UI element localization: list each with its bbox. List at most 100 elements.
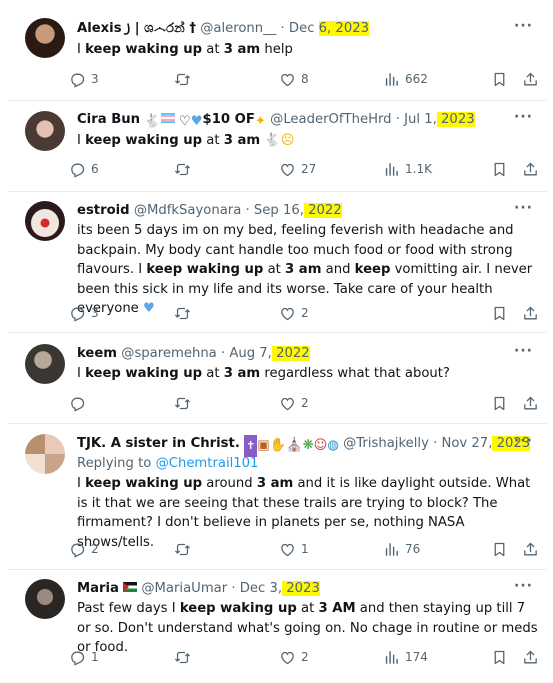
share-icon (522, 541, 539, 558)
tweet-3[interactable]: estroid @MdfkSayonara · Sep 16, 2022 ···… (8, 192, 547, 332)
retweet-button[interactable] (174, 157, 191, 181)
more-options-icon[interactable]: ··· (514, 18, 533, 34)
like-button[interactable]: 2 (279, 645, 309, 669)
bookmark-icon (491, 541, 508, 558)
retweet-icon (174, 395, 191, 412)
reply-icon (69, 649, 86, 666)
share-button[interactable] (522, 67, 539, 91)
views-button[interactable]: 1.1K (383, 157, 432, 181)
share-button[interactable] (522, 391, 539, 415)
tweet-header: Maria @MariaUmar · Dec 3, 2023 (77, 578, 547, 600)
tweet-6[interactable]: Maria @MariaUmar · Dec 3, 2023 ··· Past … (8, 570, 547, 683)
views-button[interactable]: 174 (383, 645, 428, 669)
author-handle[interactable]: @LeaderOfTheHrd (270, 112, 391, 127)
tweet-header: keem @sparemehna · Aug 7, 2022 (77, 343, 547, 365)
tweet-text: I keep waking up at 3 am regardless what… (77, 366, 450, 381)
avatar[interactable] (25, 434, 65, 474)
reply-button[interactable]: 3 (69, 301, 99, 325)
tweet-1[interactable]: Alexis ꠸ | ශ෴රන් † @aleronn__ · Dec 6, 2… (8, 0, 547, 100)
tweet-date[interactable]: · Jul 1, (396, 112, 437, 127)
more-options-icon[interactable]: ··· (514, 433, 533, 449)
tweet-text: I keep waking up at 3 am 🐇☹ (77, 133, 295, 148)
tweet-2[interactable]: Cira Bun 🐇 ♡♥$10 OF✦ @LeaderOfTheHrd · J… (8, 101, 547, 191)
bookmark-icon (491, 161, 508, 178)
avatar[interactable] (25, 344, 65, 384)
tweet-header: estroid @MdfkSayonara · Sep 16, 2022 (77, 200, 547, 222)
author-name[interactable]: Cira Bun (77, 112, 140, 127)
retweet-button[interactable] (174, 537, 191, 561)
share-icon (522, 71, 539, 88)
replying-to-link[interactable]: @Chemtrail101 (156, 456, 259, 471)
reply-icon (69, 395, 86, 412)
author-handle[interactable]: @sparemehna (121, 346, 217, 361)
date-highlight: 2022 (271, 346, 310, 361)
bookmark-button[interactable] (491, 301, 508, 325)
views-button[interactable]: 662 (383, 67, 428, 91)
share-button[interactable] (522, 301, 539, 325)
retweet-button[interactable] (174, 67, 191, 91)
like-button[interactable]: 2 (279, 301, 309, 325)
tweet-date[interactable]: · Nov 27, (433, 436, 492, 451)
view-count: 662 (405, 72, 428, 86)
reply-button[interactable]: 3 (69, 67, 99, 91)
tweet-date[interactable]: · Dec 3, (231, 581, 282, 596)
tweet-date[interactable]: · Dec (281, 21, 319, 36)
retweet-button[interactable] (174, 391, 191, 415)
views-button[interactable]: 76 (383, 537, 420, 561)
more-options-icon[interactable]: ··· (514, 200, 533, 216)
tweet-date[interactable]: · Aug 7, (221, 346, 272, 361)
like-button[interactable]: 27 (279, 157, 316, 181)
avatar[interactable] (25, 579, 65, 619)
like-button[interactable]: 1 (279, 537, 309, 561)
trans-flag-icon (160, 113, 175, 123)
avatar[interactable] (25, 111, 65, 151)
share-button[interactable] (522, 157, 539, 181)
retweet-button[interactable] (174, 301, 191, 325)
more-options-icon[interactable]: ··· (514, 578, 533, 594)
like-button[interactable]: 2 (279, 391, 309, 415)
more-options-icon[interactable]: ··· (514, 343, 533, 359)
author-name[interactable]: Alexis ꠸ | ශ෴රන් † (77, 21, 196, 36)
palestine-flag-icon (123, 582, 138, 592)
white-heart-icon: ♡ (178, 114, 191, 129)
reply-button[interactable]: 2 (69, 537, 99, 561)
views-icon (383, 161, 400, 178)
author-name[interactable]: keem (77, 346, 117, 361)
tweet-date[interactable]: · Sep 16, (246, 203, 304, 218)
reply-button[interactable]: 6 (69, 157, 99, 181)
tweet-actions: 6 27 1.1K (69, 157, 547, 181)
share-button[interactable] (522, 537, 539, 561)
more-options-icon[interactable]: ··· (514, 109, 533, 125)
reply-button[interactable] (69, 391, 86, 415)
author-name[interactable]: TJK. A sister in Christ. (77, 436, 240, 451)
share-icon (522, 161, 539, 178)
author-handle[interactable]: @aleronn__ (200, 21, 276, 36)
like-button[interactable]: 8 (279, 67, 309, 91)
bookmark-button[interactable] (491, 67, 508, 91)
view-count: 1.1K (405, 162, 432, 176)
share-button[interactable] (522, 645, 539, 669)
bookmark-button[interactable] (491, 537, 508, 561)
bookmark-button[interactable] (491, 157, 508, 181)
like-count: 2 (301, 306, 309, 320)
bookmark-button[interactable] (491, 391, 508, 415)
tweet-header: Alexis ꠸ | ශ෴රන් † @aleronn__ · Dec 6, 2… (77, 18, 547, 40)
like-icon (279, 305, 296, 322)
tweet-4[interactable]: keem @sparemehna · Aug 7, 2022 ··· I kee… (8, 333, 547, 423)
sparkles-icon: ✦ (254, 114, 266, 129)
avatar[interactable] (25, 201, 65, 241)
author-handle[interactable]: @MariaUmar (141, 581, 227, 596)
bookmark-button[interactable] (491, 645, 508, 669)
author-name[interactable]: Maria (77, 581, 119, 596)
avatar[interactable] (25, 18, 65, 58)
author-handle[interactable]: @Trishajkelly (343, 436, 429, 451)
reply-button[interactable]: 1 (69, 645, 99, 669)
retweet-icon (174, 541, 191, 558)
retweet-button[interactable] (174, 645, 191, 669)
reply-count: 6 (91, 162, 99, 176)
author-handle[interactable]: @MdfkSayonara (134, 203, 241, 218)
tweet-5[interactable]: TJK. A sister in Christ. ✝ ▣✋⛪❋☺◍ @Trisha… (8, 424, 547, 569)
author-name[interactable]: estroid (77, 203, 130, 218)
bookmark-icon (491, 305, 508, 322)
reply-count: 1 (91, 650, 99, 664)
